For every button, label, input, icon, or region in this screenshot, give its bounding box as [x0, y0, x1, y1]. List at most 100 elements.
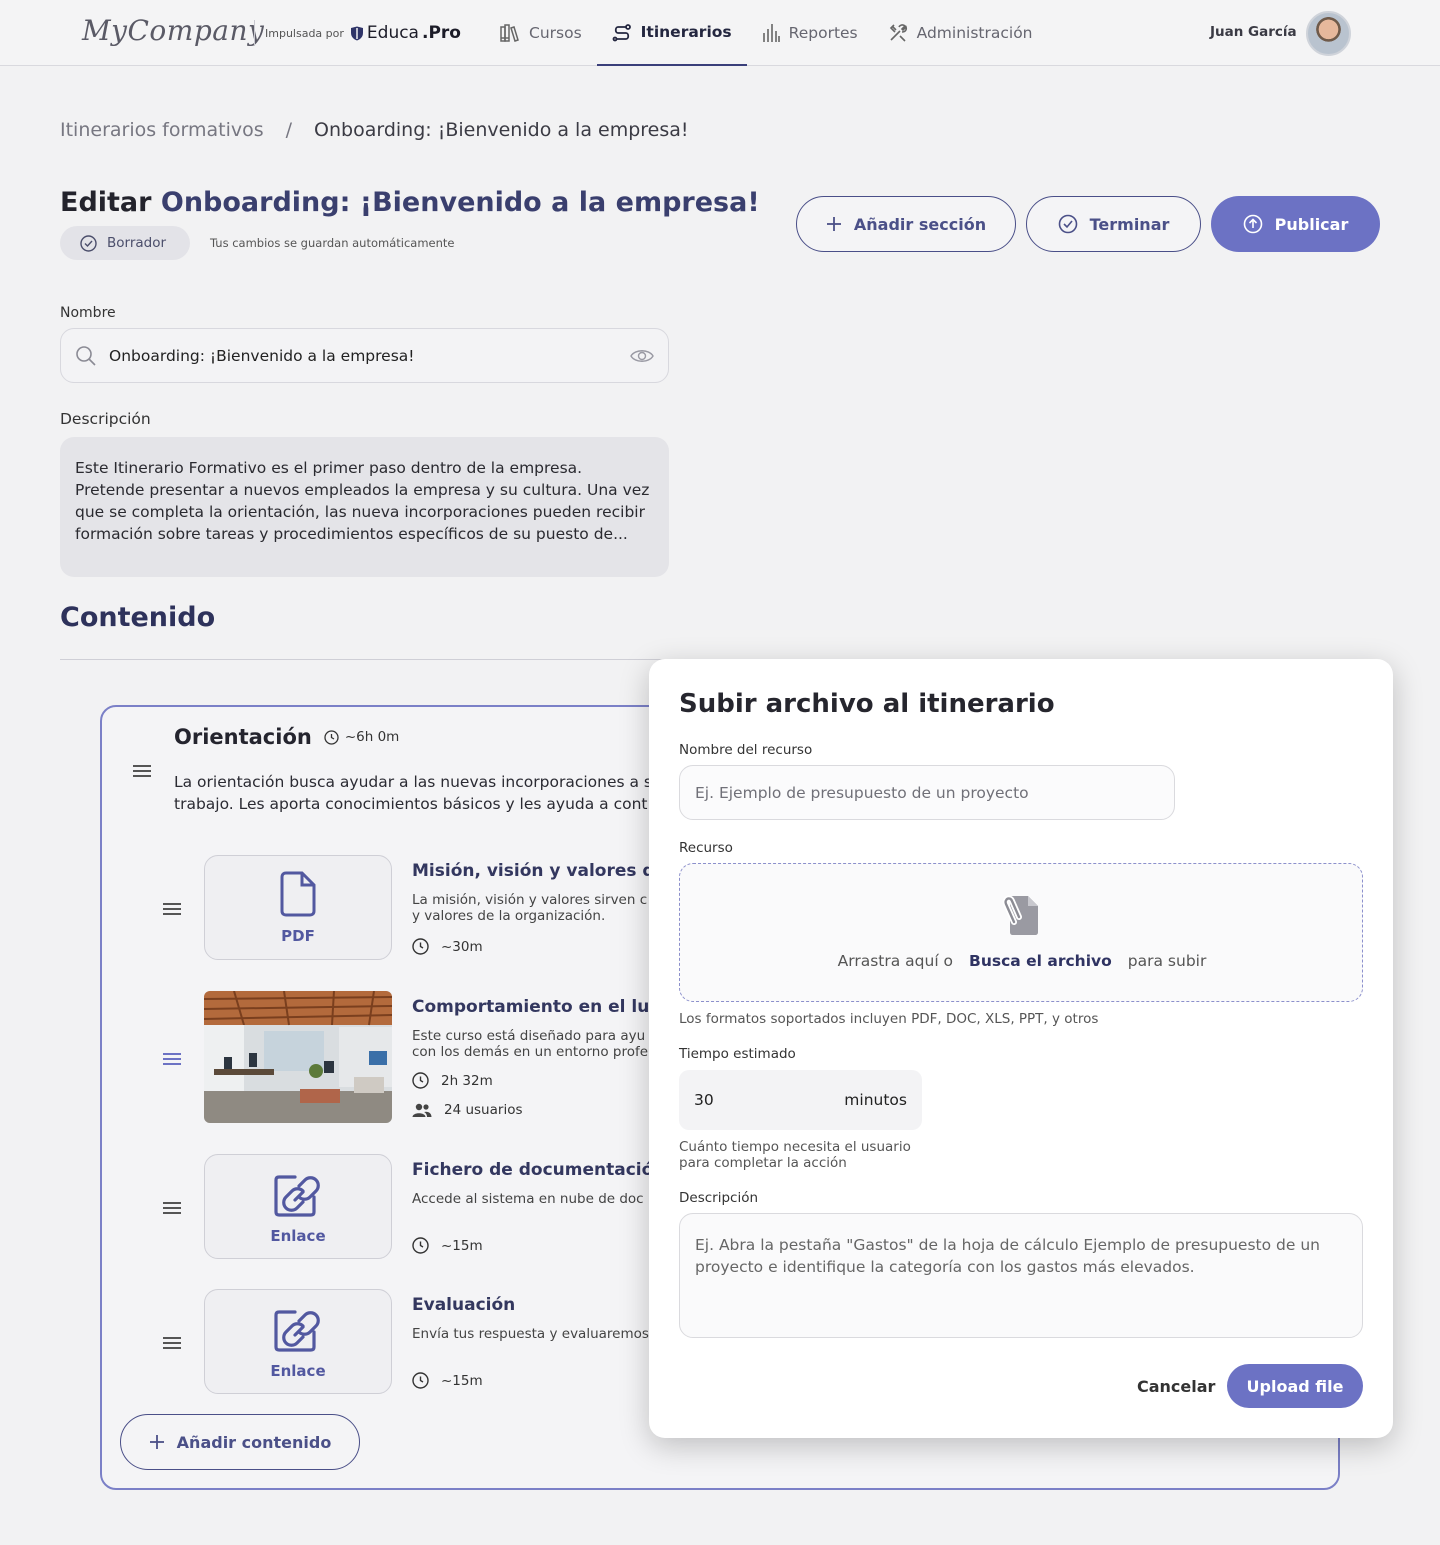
modal-description-label: Descripción — [679, 1190, 759, 1206]
breadcrumb-separator: / — [285, 119, 293, 141]
item-title[interactable]: Misión, visión y valores de — [412, 861, 666, 881]
add-section-button[interactable]: Añadir sección — [796, 196, 1016, 252]
shield-icon — [350, 26, 363, 40]
bar-chart-icon — [762, 24, 780, 42]
drop-suffix: para subir — [1127, 952, 1207, 970]
drag-handle-icon[interactable] — [162, 1336, 182, 1350]
status-badge: Borrador — [60, 226, 190, 260]
breadcrumb: Itinerarios formativos / Onboarding: ¡Bi… — [60, 119, 689, 141]
plus-icon — [826, 217, 841, 231]
nav-administracion[interactable]: Administración — [873, 0, 1048, 66]
item-description: Accede al sistema en nube de doc — [412, 1191, 644, 1207]
clock-icon — [412, 1072, 429, 1089]
resource-tile-link[interactable]: Enlace — [204, 1154, 392, 1259]
brand-name: Educa — [366, 23, 419, 43]
top-bar: MyCompany Impulsada por Educa .Pro Cursos… — [0, 0, 1440, 66]
upload-file-button[interactable]: Upload file — [1227, 1364, 1363, 1408]
avatar[interactable] — [1306, 11, 1351, 56]
add-content-button[interactable]: Añadir contenido — [120, 1414, 360, 1470]
drag-handle-icon[interactable] — [132, 764, 152, 778]
publish-label: Publicar — [1274, 214, 1349, 234]
tile-label: Enlace — [270, 1361, 326, 1380]
time-hint-line: para completar la acción — [679, 1155, 847, 1171]
time-unit: minutos — [844, 1091, 907, 1109]
description-field[interactable]: Este Itinerario Formativo es el primer p… — [60, 437, 669, 577]
check-circle-icon — [1058, 214, 1077, 234]
item-duration: 2h 32m — [412, 1072, 493, 1089]
nav-label: Cursos — [529, 24, 582, 42]
books-icon — [500, 24, 519, 42]
drag-handle-icon[interactable] — [162, 902, 182, 916]
plus-icon — [149, 1435, 164, 1449]
drag-handle-icon[interactable] — [162, 1052, 182, 1066]
formats-hint: Los formatos soportados incluyen PDF, DO… — [679, 1011, 1099, 1027]
item-description-line: y valores de la organización. — [412, 908, 606, 924]
nav-itinerarios[interactable]: Itinerarios — [596, 0, 747, 66]
name-field[interactable]: Onboarding: ¡Bienvenido a la empresa! — [60, 328, 669, 383]
company-logo[interactable]: MyCompany — [82, 14, 264, 47]
add-section-label: Añadir sección — [853, 214, 987, 234]
resource-label: Recurso — [679, 840, 733, 856]
time-value: 30 — [694, 1091, 714, 1109]
nav-cursos[interactable]: Cursos — [500, 0, 597, 66]
item-description-line: Este curso está diseñado para ayu — [412, 1028, 646, 1044]
file-attachment-icon — [1002, 895, 1038, 935]
time-input[interactable]: 30 minutos — [679, 1070, 922, 1130]
autosave-note: Tus cambios se guardan automáticamente — [210, 236, 455, 250]
section-header: Orientación ~6h 0m — [174, 725, 399, 749]
item-description-line: Accede al sistema en nube de doc — [412, 1191, 644, 1207]
resource-name-input[interactable]: Ej. Ejemplo de presupuesto de un proyect… — [679, 765, 1175, 820]
upload-circle-icon — [1243, 214, 1262, 234]
item-duration-value: ~15m — [441, 1237, 483, 1254]
modal-description-input[interactable]: Ej. Abra la pestaña "Gastos" de la hoja … — [679, 1213, 1363, 1338]
item-duration-value: 2h 32m — [441, 1072, 493, 1089]
name-label: Nombre — [60, 305, 116, 321]
cancel-button[interactable]: Cancelar — [1137, 1377, 1215, 1396]
name-value: Onboarding: ¡Bienvenido a la empresa! — [109, 346, 415, 365]
finish-label: Terminar — [1089, 214, 1170, 234]
link-icon — [274, 1174, 320, 1217]
item-users-value: 24 usuarios — [444, 1102, 523, 1118]
publish-button[interactable]: Publicar — [1211, 196, 1380, 252]
breadcrumb-parent[interactable]: Itinerarios formativos — [60, 119, 264, 141]
nav-label: Reportes — [788, 24, 858, 42]
eye-icon[interactable] — [630, 348, 654, 364]
resource-tile-link[interactable]: Enlace — [204, 1289, 392, 1394]
office-image — [204, 991, 392, 1123]
item-description: La misión, visión y valores sirven c y v… — [412, 892, 647, 924]
file-dropzone[interactable]: Arrastra aquí o Busca el archivo para su… — [679, 863, 1363, 1002]
route-icon — [612, 24, 631, 42]
item-duration: ~15m — [412, 1237, 483, 1254]
clock-icon — [412, 1372, 429, 1389]
course-thumbnail[interactable] — [204, 991, 392, 1123]
add-content-label: Añadir contenido — [176, 1432, 332, 1452]
main-nav: Cursos Itinerarios Reportes Administraci… — [500, 0, 1048, 66]
item-duration-value: ~15m — [441, 1372, 483, 1389]
drag-handle-icon[interactable] — [162, 1201, 182, 1215]
time-hint: Cuánto tiempo necesita el usuario para c… — [679, 1139, 911, 1171]
user-name[interactable]: Juan García — [1210, 24, 1297, 40]
title-prefix: Editar — [60, 187, 152, 218]
item-title[interactable]: Evaluación — [412, 1295, 515, 1315]
powered-by-label: Impulsada por — [265, 26, 344, 40]
upload-modal: Subir archivo al itinerario Nombre del r… — [649, 659, 1393, 1438]
tile-label: PDF — [281, 926, 315, 945]
time-hint-line: Cuánto tiempo necesita el usuario — [679, 1139, 911, 1155]
nav-label: Administración — [916, 24, 1033, 42]
educapro-logo: Educa .Pro — [350, 23, 461, 43]
document-icon — [280, 871, 316, 916]
section-duration: ~6h 0m — [324, 729, 399, 745]
page-title: Editar Onboarding: ¡Bienvenido a la empr… — [60, 187, 760, 218]
resource-tile-pdf[interactable]: PDF — [204, 855, 392, 960]
browse-file-link[interactable]: Busca el archivo — [969, 952, 1112, 970]
finish-button[interactable]: Terminar — [1026, 196, 1201, 252]
item-title[interactable]: Fichero de documentación — [412, 1160, 665, 1180]
item-description: Envía tus respuesta y evaluaremos — [412, 1326, 649, 1342]
search-icon — [76, 345, 96, 366]
item-duration: ~15m — [412, 1372, 483, 1389]
item-title[interactable]: Comportamiento en el luga — [412, 997, 673, 1017]
divider — [60, 659, 680, 660]
nav-reportes[interactable]: Reportes — [747, 0, 873, 66]
item-description-line: con los demás en un entorno profe — [412, 1044, 649, 1060]
resource-name-label: Nombre del recurso — [679, 742, 813, 758]
